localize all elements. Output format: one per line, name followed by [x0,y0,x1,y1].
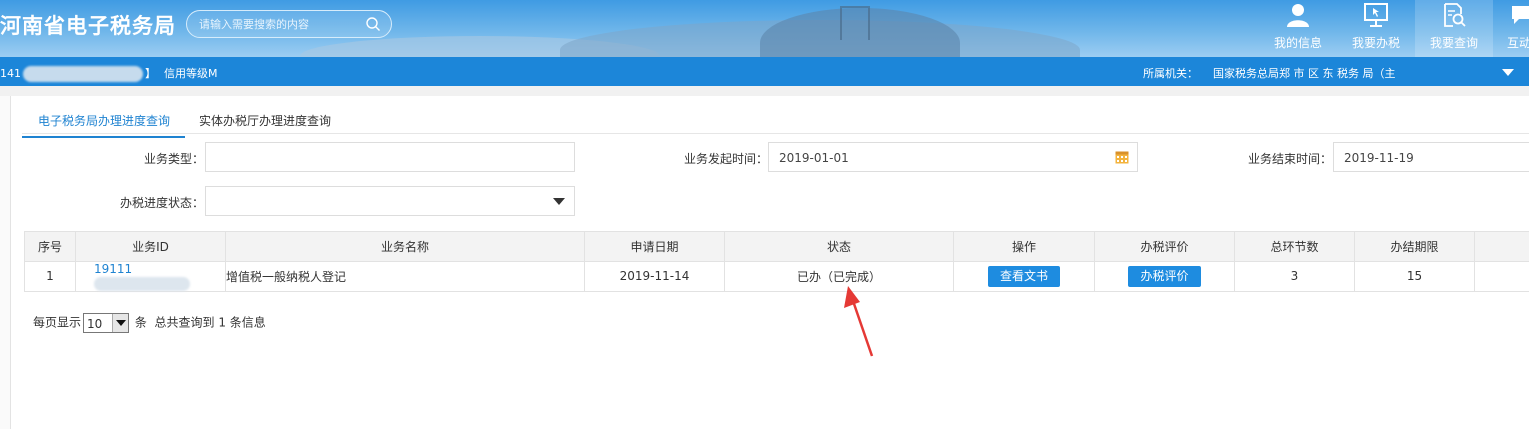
nav-query-label: 我要查询 [1429,36,1478,50]
progress-status-select[interactable] [205,186,575,216]
authority-value: 国家税务总局郑 市 区 东 税务 局（主 [1213,67,1396,80]
start-time-input[interactable]: 2019-01-01 [768,142,1138,172]
tab-e-tax-progress[interactable]: 电子税务局办理进度查询 [22,112,186,138]
nav-interact-label: 互动 [1507,36,1529,50]
monitor-icon [1364,3,1388,27]
evaluate-cell: 办税评价 [1094,261,1235,292]
action-cell: 查看文书 [953,261,1095,292]
section-divider [0,86,1529,96]
calendar-icon[interactable] [1115,150,1129,164]
credit-level: 信用等级M [164,67,218,80]
user-icon [1287,4,1309,27]
column-header: 操作 [953,231,1095,262]
apply-date: 2019-11-14 [584,261,725,292]
column-header: 业务名称 [225,231,585,262]
chat-icon [1512,6,1529,24]
document-search-icon [1444,3,1466,27]
chevron-down-icon[interactable] [112,314,129,332]
progress-status-label: 办税进度状态： [119,196,204,210]
query-tabs: 电子税务局办理进度查询 实体办税厅办理进度查询 [22,96,1529,138]
view-document-button[interactable]: 查看文书 [987,265,1060,287]
tax-evaluate-button[interactable]: 办税评价 [1128,265,1201,287]
taxpayer-id-suffix: 】 [145,67,156,80]
search-icon[interactable] [365,16,381,32]
per-page-value: 10 [87,317,103,331]
site-header: 河南省电子税务局 我的信息 我要办税 我要查 [0,0,1529,57]
left-collapsed-sidebar[interactable] [0,96,11,429]
per-page-select[interactable]: 10 [83,313,130,333]
column-header: 办结期限 [1354,231,1475,262]
column-header: 业务ID [75,231,226,262]
column-header: 状态 [724,231,954,262]
result-summary: 总共查询到 1 条信息 [154,315,266,330]
pagination: 每页显示 10 条 总共查询到 1 条信息 [33,313,266,333]
red-arrow-annotation-icon [844,286,874,357]
great-wall-tower [840,6,870,40]
end-time-label: 业务结束时间： [1247,152,1332,166]
per-page-label: 每页显示 [33,315,82,330]
site-title[interactable]: 河南省电子税务局 [0,10,176,40]
taxpayer-id-prefix: 141 [0,67,21,80]
search-box[interactable] [186,10,392,38]
taxpayer-account: 141 】 [0,65,156,82]
search-input[interactable] [199,16,359,32]
authority-label: 所属机关： [1143,67,1198,80]
nav-my-info-label: 我的信息 [1273,36,1322,50]
tab-hall-progress[interactable]: 实体办税厅办理进度查询 [199,112,331,136]
column-header [1474,231,1529,262]
business-type-input[interactable] [205,142,575,172]
deadline: 15 [1354,261,1475,292]
nav-query[interactable]: 我要查询 [1415,0,1493,57]
status-text: 已办（已完成） [724,261,954,292]
end-time-input[interactable]: 2019-11-19 [1333,142,1529,172]
business-id-link[interactable]: 19111 [75,261,226,292]
column-header: 办税评价 [1094,231,1235,262]
column-header: 申请日期 [584,231,725,262]
nav-do-tax-label: 我要办税 [1351,36,1400,50]
redacted-business-id [94,276,190,291]
column-header: 序号 [24,231,76,262]
chevron-down-icon[interactable] [553,198,565,205]
nav-do-tax[interactable]: 我要办税 [1337,0,1415,57]
column-header: 总环节数 [1234,231,1355,262]
empty-cell [1474,261,1529,292]
progress-table: 序号 业务ID 业务名称 申请日期 状态 操作 办税评价 总环节数 办结期限 1… [24,231,1529,292]
nav-my-info[interactable]: 我的信息 [1259,0,1337,57]
nav-interact[interactable]: 互动 [1493,0,1529,57]
total-steps-link[interactable]: 3 [1234,261,1355,292]
business-type-label: 业务类型： [143,152,204,166]
per-page-unit: 条 [134,315,147,330]
business-id-prefix[interactable]: 19111 [94,262,132,276]
start-time-label: 业务发起时间： [683,152,768,166]
redacted-taxpayer-name [23,66,143,82]
authority-dropdown-icon[interactable] [1502,69,1514,76]
user-info-bar: 141 】 信用等级M 所属机关： 国家税务总局郑 市 区 东 税务 局（主 [0,57,1529,86]
business-name: 增值税一般纳税人登记 [225,261,585,292]
table-header-row: 序号 业务ID 业务名称 申请日期 状态 操作 办税评价 总环节数 办结期限 [24,231,1529,262]
table-row: 1 19111 增值税一般纳税人登记 2019-11-14 已办（已完成） 查看… [24,261,1529,292]
row-index: 1 [24,261,76,292]
